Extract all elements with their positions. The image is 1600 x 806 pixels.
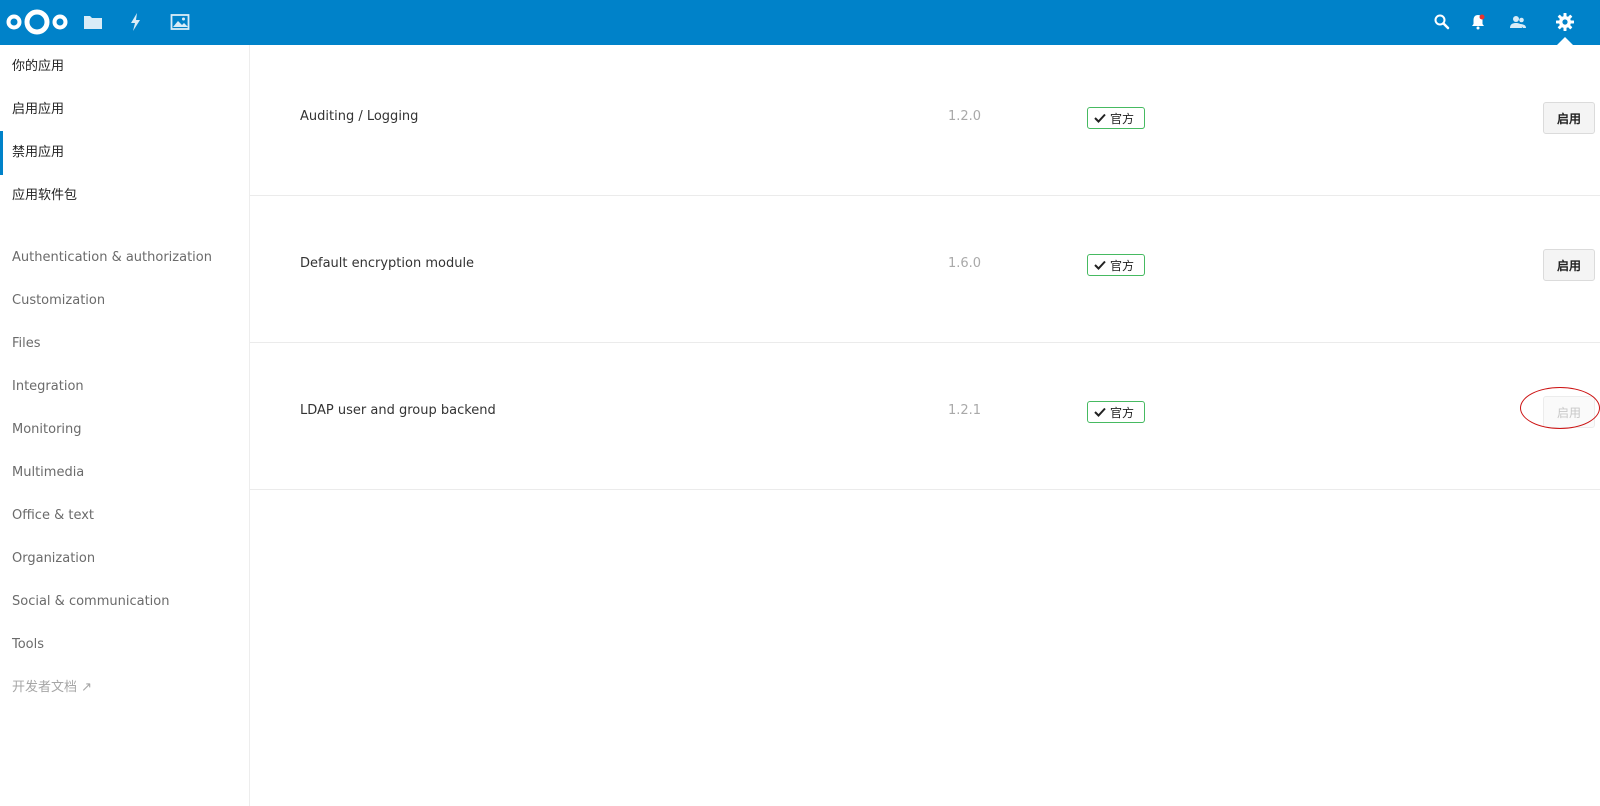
sidebar-category-multimedia[interactable]: Multimedia [0, 451, 249, 495]
app-name[interactable]: Default encryption module [300, 256, 474, 271]
activity-icon[interactable] [126, 12, 146, 32]
app-version: 1.2.0 [948, 109, 982, 124]
sidebar-category-label: Customization [12, 293, 106, 308]
sidebar-item-disabled-apps[interactable]: 禁用应用 [0, 131, 249, 175]
sidebar-category-label: Files [12, 336, 41, 351]
sidebar-category-label: Monitoring [12, 422, 82, 437]
sidebar-item-app-bundles[interactable]: 应用软件包 [0, 174, 249, 218]
sidebar-category-integration[interactable]: Integration [0, 365, 249, 409]
sidebar-category-label: Office & text [12, 508, 95, 523]
app-version: 1.6.0 [948, 256, 982, 271]
sidebar-item-your-apps[interactable]: 你的应用 [0, 45, 249, 89]
nextcloud-logo-icon[interactable] [6, 7, 68, 37]
official-badge-label: 官方 [1110, 258, 1135, 273]
sidebar-category-label: Multimedia [12, 465, 85, 480]
sidebar-item-label: 应用软件包 [12, 188, 78, 203]
official-badge: 官方 [1087, 254, 1145, 276]
official-badge-label: 官方 [1110, 111, 1135, 126]
developer-docs-label: 开发者文档 ↗ [12, 680, 93, 695]
sidebar-category-label: Authentication & authorization [12, 250, 212, 265]
gallery-icon[interactable] [170, 12, 190, 32]
sidebar-category-label: Integration [12, 379, 84, 394]
official-badge-label: 官方 [1110, 405, 1135, 420]
settings-menu-caret [1557, 37, 1573, 45]
app-name[interactable]: Auditing / Logging [300, 109, 418, 124]
header-bar [0, 0, 1600, 45]
official-badge: 官方 [1087, 107, 1145, 129]
sidebar-category-monitoring[interactable]: Monitoring [0, 408, 249, 452]
checkmark-icon [1094, 407, 1106, 417]
sidebar-category-label: Tools [12, 637, 45, 652]
sidebar-category-office-text[interactable]: Office & text [0, 494, 249, 538]
sidebar-category-label: Social & communication [12, 594, 170, 609]
app-row-encryption: Default encryption module 1.6.0 官方 启用 [250, 192, 1600, 343]
sidebar-item-label: 你的应用 [12, 59, 65, 74]
enable-button[interactable]: 启用 [1543, 102, 1595, 134]
app-navigation-sidebar: 你的应用 启用应用 禁用应用 应用软件包 Authentication & au… [0, 45, 250, 806]
settings-icon[interactable] [1555, 12, 1575, 32]
checkmark-icon [1094, 260, 1106, 270]
enable-button[interactable]: 启用 [1543, 249, 1595, 281]
official-badge: 官方 [1087, 401, 1145, 423]
app-version: 1.2.1 [948, 403, 982, 418]
app-row-auditing: Auditing / Logging 1.2.0 官方 启用 [250, 45, 1600, 196]
app-name[interactable]: LDAP user and group backend [300, 403, 496, 418]
sidebar-category-organization[interactable]: Organization [0, 537, 249, 581]
enable-button-disabled[interactable]: 启用 [1543, 396, 1595, 428]
sidebar-category-label: Organization [12, 551, 96, 566]
developer-docs-link[interactable]: 开发者文档 ↗ [0, 666, 249, 710]
sidebar-category-social[interactable]: Social & communication [0, 580, 249, 624]
sidebar-item-label: 启用应用 [12, 102, 65, 117]
sidebar-item-enabled-apps[interactable]: 启用应用 [0, 88, 249, 132]
sidebar-category-files[interactable]: Files [0, 322, 249, 366]
sidebar-category-customization[interactable]: Customization [0, 279, 249, 323]
app-row-ldap: LDAP user and group backend 1.2.1 官方 启用 [250, 339, 1600, 490]
checkmark-icon [1094, 113, 1106, 123]
contacts-icon[interactable] [1508, 12, 1528, 32]
search-icon[interactable] [1432, 12, 1452, 32]
files-icon[interactable] [83, 12, 103, 32]
sidebar-category-authentication[interactable]: Authentication & authorization [0, 236, 249, 280]
sidebar-item-label: 禁用应用 [12, 145, 65, 160]
notifications-icon[interactable] [1468, 12, 1488, 32]
app-list: Auditing / Logging 1.2.0 官方 启用 Default e… [250, 45, 1600, 806]
sidebar-category-tools[interactable]: Tools [0, 623, 249, 667]
